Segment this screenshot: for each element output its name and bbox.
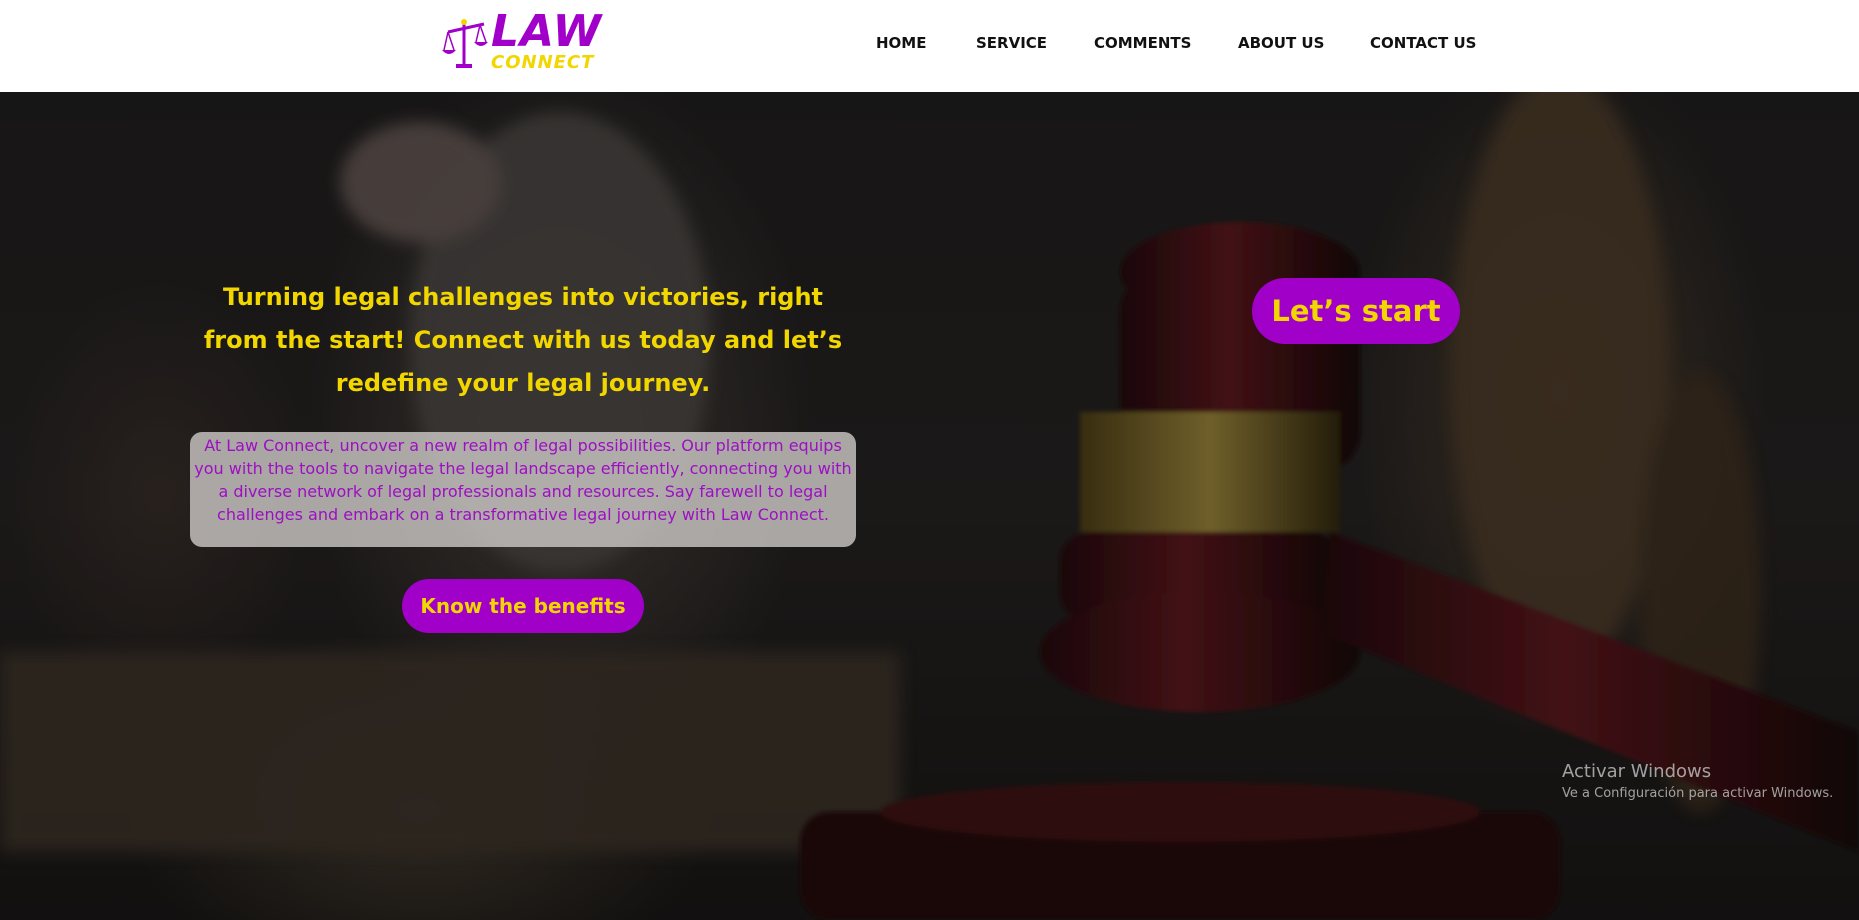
hero-description: At Law Connect, uncover a new realm of l… bbox=[190, 432, 856, 547]
site-header: LAW CONNECT HOME SERVICE COMMENTS ABOUT … bbox=[0, 0, 1859, 92]
watermark-subtitle: Ve a Configuración para activar Windows. bbox=[1562, 786, 1834, 801]
nav-item-home[interactable]: HOME bbox=[876, 34, 926, 52]
nav-item-comments[interactable]: COMMENTS bbox=[1094, 34, 1191, 52]
windows-activation-watermark: Activar Windows Ve a Configuración para … bbox=[1562, 760, 1833, 804]
lets-start-button[interactable]: Let’s start bbox=[1252, 278, 1460, 344]
know-the-benefits-button[interactable]: Know the benefits bbox=[402, 579, 644, 633]
watermark-title: Activar Windows bbox=[1562, 761, 1712, 782]
nav-item-contact-us[interactable]: CONTACT US bbox=[1370, 34, 1476, 52]
nav-item-about-us[interactable]: ABOUT US bbox=[1238, 34, 1324, 52]
nav-item-service[interactable]: SERVICE bbox=[976, 34, 1047, 52]
hero-headline: Turning legal challenges into victories,… bbox=[203, 283, 843, 397]
main-nav: HOME SERVICE COMMENTS ABOUT US CONTACT U… bbox=[0, 0, 1859, 92]
